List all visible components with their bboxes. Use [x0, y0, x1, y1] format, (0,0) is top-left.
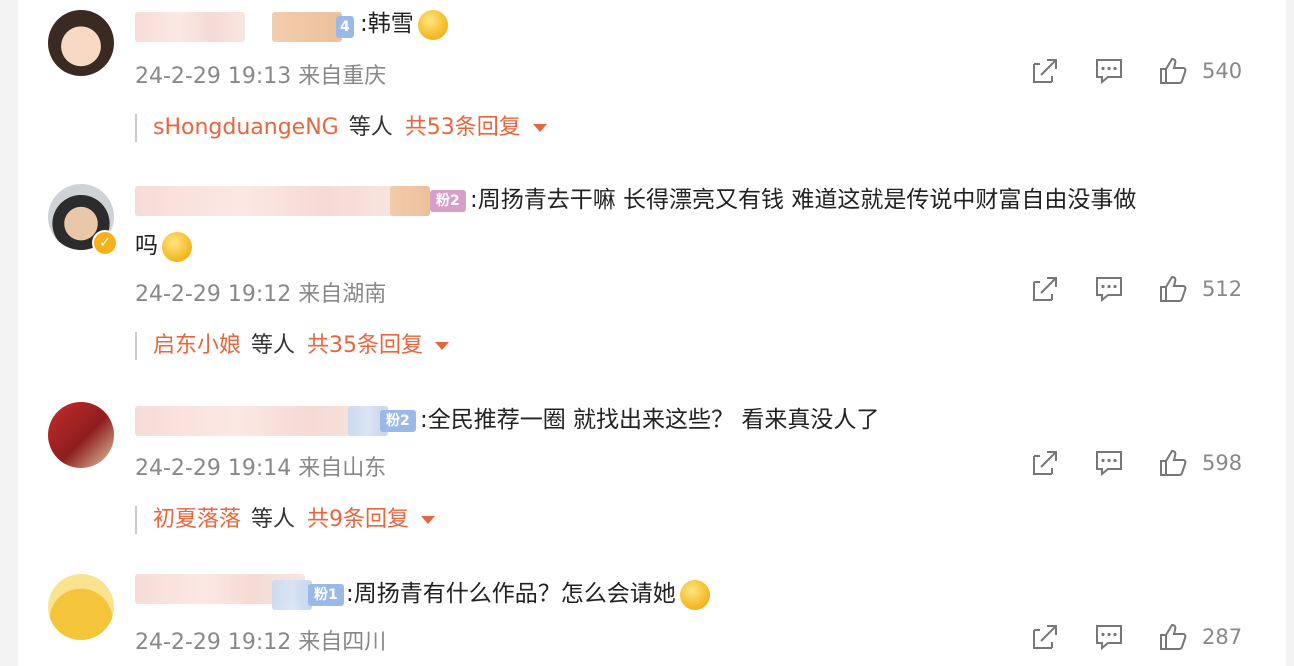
avatar[interactable]: [48, 402, 114, 468]
share-icon[interactable]: [1030, 56, 1060, 86]
laughing-emoji-icon: [679, 579, 710, 610]
comment-list: 4 :韩雪 24-2-29 19:13 来自重庆 540 sHongduange…: [18, 0, 1286, 666]
verified-badge-icon: ✓: [92, 230, 118, 256]
comment-time: 24-2-29 19:13: [135, 64, 292, 89]
hug-emoji-icon: [162, 231, 192, 262]
comment-text: :周扬青去干嘛 长得漂亮又有钱 难道这就是传说中财富自由没事做: [470, 187, 1137, 213]
reply-user[interactable]: 启东小娘: [153, 333, 241, 358]
username-obscured[interactable]: [135, 12, 245, 42]
comment-location: 来自湖南: [298, 282, 387, 307]
comment-actions: 540: [1030, 56, 1246, 86]
fan-badge: 4: [336, 16, 354, 38]
chevron-down-icon[interactable]: [435, 342, 450, 350]
reply-summary[interactable]: sHongduangeNG 等人 共53条回复: [135, 114, 547, 142]
reply-count[interactable]: 共53条回复: [405, 115, 521, 140]
comment-text: :全民推荐一圈 就找出来这些？ 看来真没人了: [420, 407, 880, 433]
avatar[interactable]: [48, 574, 114, 640]
share-icon[interactable]: [1030, 448, 1060, 478]
reply-summary[interactable]: 启东小娘 等人 共35条回复: [135, 332, 450, 360]
like-count: 287: [1202, 625, 1243, 649]
like-count: 598: [1202, 451, 1243, 475]
username-obscured-tail: [272, 12, 342, 42]
comment-location: 来自山东: [298, 456, 387, 481]
comment-actions: 598: [1030, 448, 1246, 478]
fan-badge: 粉1: [308, 584, 344, 606]
comment-item: 粉2 :全民推荐一圈 就找出来这些？ 看来真没人了 24-2-29 19:14 …: [18, 390, 1286, 550]
comment-actions: 512: [1030, 274, 1246, 304]
chevron-down-icon[interactable]: [421, 516, 436, 524]
thumbs-up-icon[interactable]: [1158, 274, 1188, 304]
reply-user[interactable]: sHongduangeNG: [153, 115, 339, 140]
comment-item: ✓ 粉2 :周扬青去干嘛 长得漂亮又有钱 难道这就是传说中财富自由没事做 吗 2…: [18, 170, 1286, 370]
comment-icon[interactable]: [1094, 274, 1124, 304]
like-count: 512: [1202, 277, 1243, 301]
comment-icon[interactable]: [1094, 448, 1124, 478]
reply-user[interactable]: 初夏落落: [153, 507, 241, 532]
chevron-down-icon[interactable]: [532, 124, 547, 132]
comment-location: 来自重庆: [298, 64, 387, 89]
comment-text: :周扬青有什么作品？怎么会请她: [346, 574, 710, 614]
comment-text-continued: 吗: [135, 226, 192, 266]
comment-actions: 287: [1030, 622, 1246, 652]
comment-item: 粉1 :周扬青有什么作品？怎么会请她 24-2-29 19:12 来自四川 28…: [18, 564, 1286, 666]
comment-time: 24-2-29 19:12: [135, 630, 292, 655]
comment-icon[interactable]: [1094, 56, 1124, 86]
comment-meta: 24-2-29 19:13 来自重庆: [135, 58, 386, 90]
thumbs-up-icon[interactable]: [1158, 622, 1188, 652]
username-obscured-tail: [390, 186, 430, 216]
comment-time: 24-2-29 19:12: [135, 282, 292, 307]
comment-location: 来自四川: [298, 630, 387, 655]
reply-count[interactable]: 共35条回复: [307, 333, 423, 358]
avatar[interactable]: [48, 10, 114, 76]
comment-icon[interactable]: [1094, 622, 1124, 652]
comment-text: :韩雪: [360, 4, 448, 44]
comment-time: 24-2-29 19:14: [135, 456, 292, 481]
thumbs-up-icon[interactable]: [1158, 56, 1188, 86]
comment-meta: 24-2-29 19:12 来自四川: [135, 624, 386, 656]
share-icon[interactable]: [1030, 274, 1060, 304]
comment-meta: 24-2-29 19:12 来自湖南: [135, 276, 386, 308]
like-count: 540: [1202, 59, 1243, 83]
comment-meta: 24-2-29 19:14 来自山东: [135, 450, 386, 482]
username-obscured[interactable]: [135, 186, 405, 216]
reply-count[interactable]: 共9条回复: [307, 507, 409, 532]
fan-badge: 粉2: [430, 190, 466, 212]
username-obscured-tail: [272, 580, 312, 610]
thumbs-up-icon[interactable]: [1158, 448, 1188, 478]
thinking-emoji-icon: [417, 9, 448, 40]
fan-badge: 粉2: [380, 410, 416, 432]
reply-summary[interactable]: 初夏落落 等人 共9条回复: [135, 506, 436, 534]
comment-item: 4 :韩雪 24-2-29 19:13 来自重庆 540 sHongduange…: [18, 0, 1286, 150]
share-icon[interactable]: [1030, 622, 1060, 652]
